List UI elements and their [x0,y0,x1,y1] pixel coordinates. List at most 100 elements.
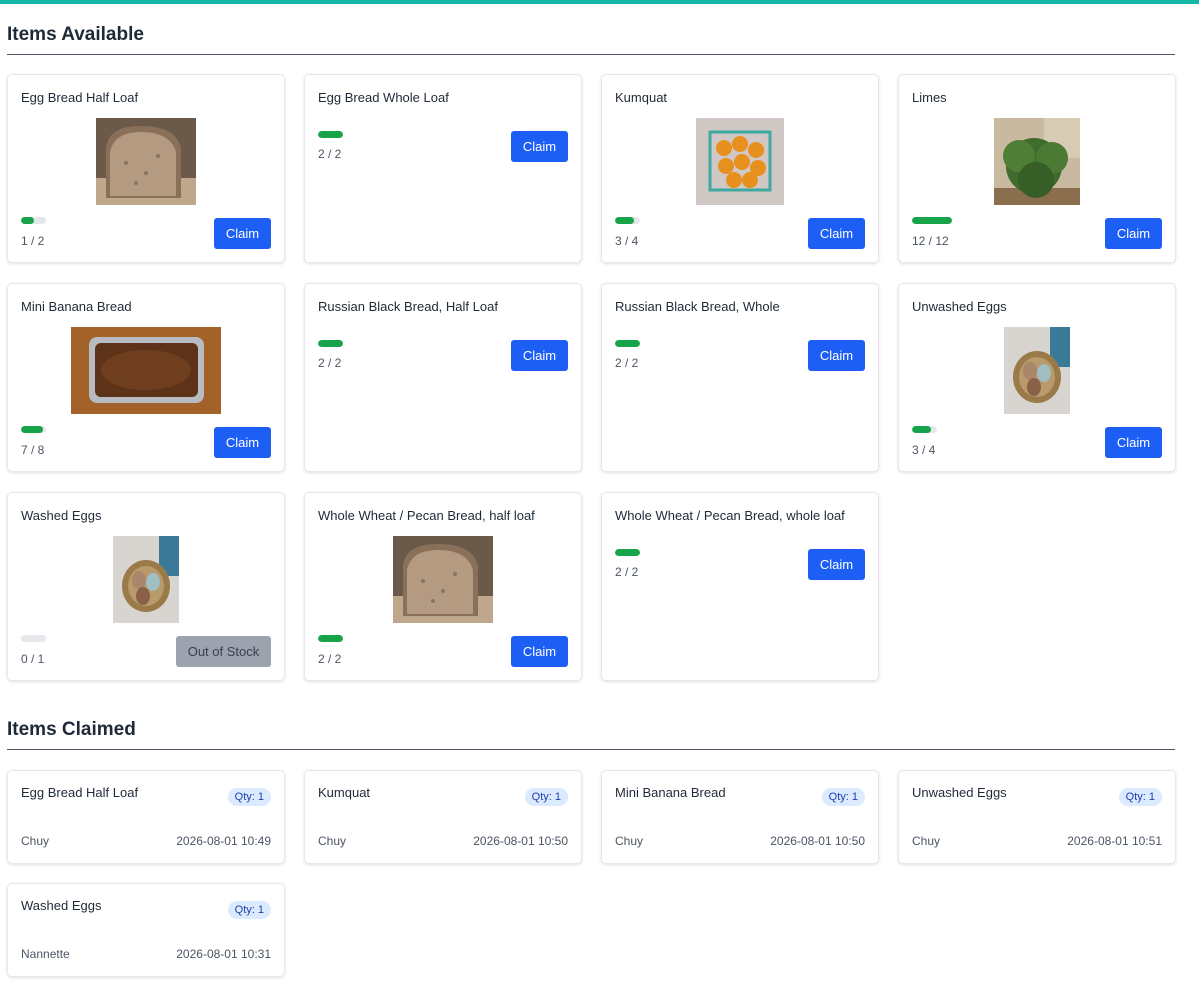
stock-count: 2 / 2 [615,356,639,370]
claim-button[interactable]: Claim [511,340,568,371]
claimed-item-name: Mini Banana Bread [615,785,726,800]
claim-button[interactable]: Claim [1105,427,1162,458]
qty-badge: Qty: 1 [821,788,865,806]
item-name: Egg Bread Whole Loaf [318,90,449,105]
bread-photo [393,536,493,623]
items-claimed-grid: Egg Bread Half Loaf Qty: 1 Chuy 2026-08-01 … [7,770,1176,977]
stock-count: 0 / 1 [21,652,45,666]
item-card: Whole Wheat / Pecan Bread, half loaf 2 /… [304,492,582,681]
egg-basket-photo [1004,327,1070,414]
qty-badge: Qty: 1 [1118,788,1162,806]
stock-progress-bar [615,340,640,347]
item-card: Mini Banana Bread 7 / 8 Claim [7,283,285,472]
claim-timestamp: 2026-08-01 10:31 [176,947,271,961]
page-content: Items Available Egg Bread Half Loaf 1 / … [0,24,1199,977]
stock-progress-bar [21,217,46,224]
items-claimed-heading: Items Claimed [7,719,1175,750]
item-card: Egg Bread Whole Loaf 2 / 2 Claim [304,74,582,263]
item-name: Kumquat [615,90,668,105]
stock-count: 1 / 2 [21,234,45,248]
claim-button[interactable]: Claim [214,218,271,249]
bread-photo [96,118,196,205]
claimed-card: Unwashed Eggs Qty: 1 Chuy 2026-08-01 10:51 [898,770,1176,864]
stock-count: 2 / 2 [318,147,342,161]
claim-button[interactable]: Claim [808,340,865,371]
stock-progress-bar [318,635,343,642]
stock-progress-fill [318,340,343,347]
claim-button[interactable]: Claim [511,636,568,667]
claimed-item-name: Unwashed Eggs [912,785,1007,800]
stock-progress-fill [615,340,640,347]
stock-count: 7 / 8 [21,443,45,457]
stock-progress-bar [912,426,937,433]
stock-progress-bar [21,635,46,642]
item-name: Washed Eggs [21,508,102,523]
item-card: Whole Wheat / Pecan Bread, whole loaf 2 /… [601,492,879,681]
claim-timestamp: 2026-08-01 10:51 [1067,834,1162,848]
stock-progress-bar [21,426,46,433]
item-card: Washed Eggs 0 / 1 Out of Stock [7,492,285,681]
item-name: Egg Bread Half Loaf [21,90,139,105]
kumquat-photo [696,118,784,205]
stock-progress-bar [615,217,640,224]
stock-progress-fill [318,131,343,138]
egg-basket-photo [113,536,179,623]
stock-count: 3 / 4 [615,234,639,248]
stock-progress-fill [912,426,931,433]
stock-progress-fill [615,217,634,224]
out-of-stock-button: Out of Stock [176,636,271,667]
claim-timestamp: 2026-08-01 10:49 [176,834,271,848]
stock-progress-bar [615,549,640,556]
top-accent-bar [0,0,1199,4]
stock-count: 2 / 2 [615,565,639,579]
stock-count: 2 / 2 [318,356,342,370]
claimed-item-name: Egg Bread Half Loaf [21,785,139,800]
item-name: Whole Wheat / Pecan Bread, half loaf [318,508,535,523]
stock-progress-fill [912,217,952,224]
claim-timestamp: 2026-08-01 10:50 [473,834,568,848]
item-name: Whole Wheat / Pecan Bread, whole loaf [615,508,845,523]
claimer-name: Chuy [318,834,347,848]
stock-progress-bar [318,340,343,347]
claimer-name: Chuy [615,834,644,848]
items-available-heading: Items Available [7,24,1175,55]
item-name: Mini Banana Bread [21,299,132,314]
item-card: Kumquat 3 / 4 Claim [601,74,879,263]
claimer-name: Chuy [912,834,941,848]
item-name: Russian Black Bread, Half Loaf [318,299,498,314]
qty-badge: Qty: 1 [227,901,271,919]
stock-progress-fill [21,426,43,433]
stock-count: 2 / 2 [318,652,342,666]
item-name: Unwashed Eggs [912,299,1007,314]
claim-button[interactable]: Claim [214,427,271,458]
item-card: Russian Black Bread, Half Loaf 2 / 2 Claim [304,283,582,472]
claimed-card: Washed Eggs Qty: 1 Nannette 2026-08-01 10:3… [7,883,285,977]
claimed-card: Egg Bread Half Loaf Qty: 1 Chuy 2026-08-01 … [7,770,285,864]
item-card: Egg Bread Half Loaf 1 / 2 Claim [7,74,285,263]
stock-progress-fill [615,549,640,556]
item-name: Limes [912,90,947,105]
stock-progress-fill [318,635,343,642]
claim-timestamp: 2026-08-01 10:50 [770,834,865,848]
claimed-card: Mini Banana Bread Qty: 1 Chuy 2026-08-01 10… [601,770,879,864]
item-card: Unwashed Eggs 3 / 4 Claim [898,283,1176,472]
qty-badge: Qty: 1 [524,788,568,806]
claimed-item-name: Kumquat [318,785,371,800]
claim-button[interactable]: Claim [808,218,865,249]
claimed-card: Kumquat Qty: 1 Chuy 2026-08-01 10:50 [304,770,582,864]
claim-button[interactable]: Claim [808,549,865,580]
lime-tree-photo [994,118,1080,205]
stock-progress-bar [318,131,343,138]
items-available-grid: Egg Bread Half Loaf 1 / 2 Claim Egg Bread … [7,74,1176,681]
qty-badge: Qty: 1 [227,788,271,806]
stock-progress-fill [21,217,34,224]
claim-button[interactable]: Claim [1105,218,1162,249]
banana-bread-photo [71,327,221,414]
item-card: Limes 12 / 12 Claim [898,74,1176,263]
claimer-name: Chuy [21,834,50,848]
stock-progress-bar [912,217,952,224]
item-card: Russian Black Bread, Whole 2 / 2 Claim [601,283,879,472]
claim-button[interactable]: Claim [511,131,568,162]
stock-count: 12 / 12 [912,234,949,248]
claimer-name: Nannette [21,947,70,961]
